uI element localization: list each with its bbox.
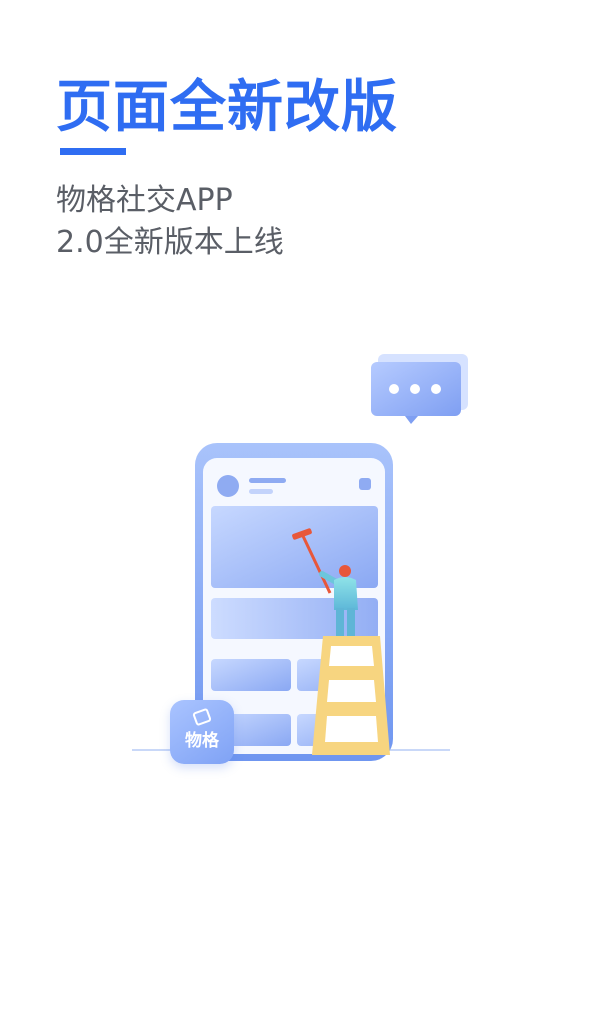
app-logo-icon: 物格 xyxy=(170,700,234,764)
logo-cube-icon xyxy=(192,707,212,727)
logo-text: 物格 xyxy=(185,731,219,751)
splash-screen: 页面全新改版 物格社交APP 2.0全新版本上线 物格 xyxy=(0,0,600,1024)
ladder xyxy=(312,636,390,755)
chat-bubble-icon xyxy=(371,354,468,424)
feed-card-1 xyxy=(211,506,378,588)
illustration xyxy=(132,354,468,761)
avatar-placeholder xyxy=(217,475,239,497)
